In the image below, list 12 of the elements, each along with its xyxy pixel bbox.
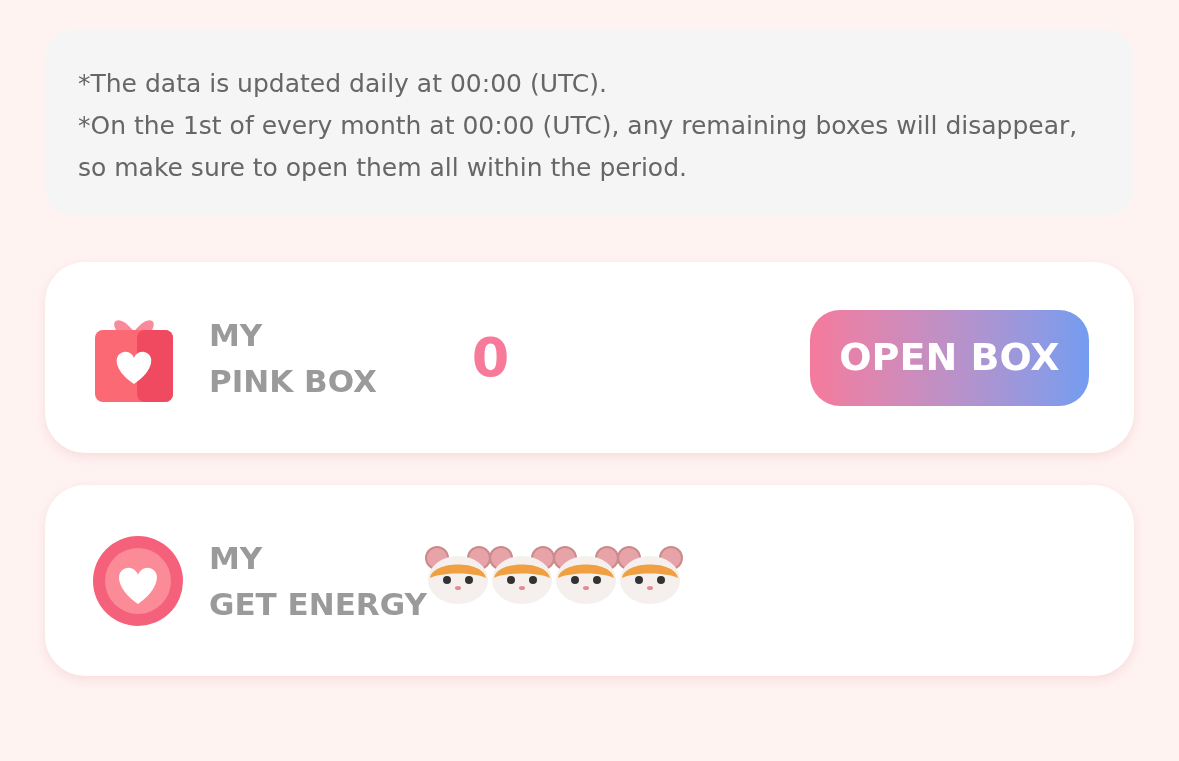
box-count: 0 bbox=[471, 325, 510, 391]
hamster-icon bbox=[552, 543, 619, 606]
hamster-icon bbox=[616, 543, 683, 606]
notice-text: *On the 1st of every month at 00:00 (UTC), any remaining boxes will disappear, so make sure to open them all within the period. bbox=[78, 110, 1079, 184]
card-label: PINK BOX bbox=[209, 361, 377, 401]
card-label: GET ENERGY bbox=[209, 584, 427, 624]
card-label: MY bbox=[209, 315, 264, 355]
hamster-icon bbox=[488, 543, 555, 606]
open-box-button[interactable]: OPEN BOX bbox=[810, 309, 1089, 406]
heart-circle-icon bbox=[93, 535, 183, 626]
notice-text: *The data is updated daily at 00:00 (UTC). bbox=[78, 68, 608, 100]
card-label: MY bbox=[209, 538, 264, 578]
